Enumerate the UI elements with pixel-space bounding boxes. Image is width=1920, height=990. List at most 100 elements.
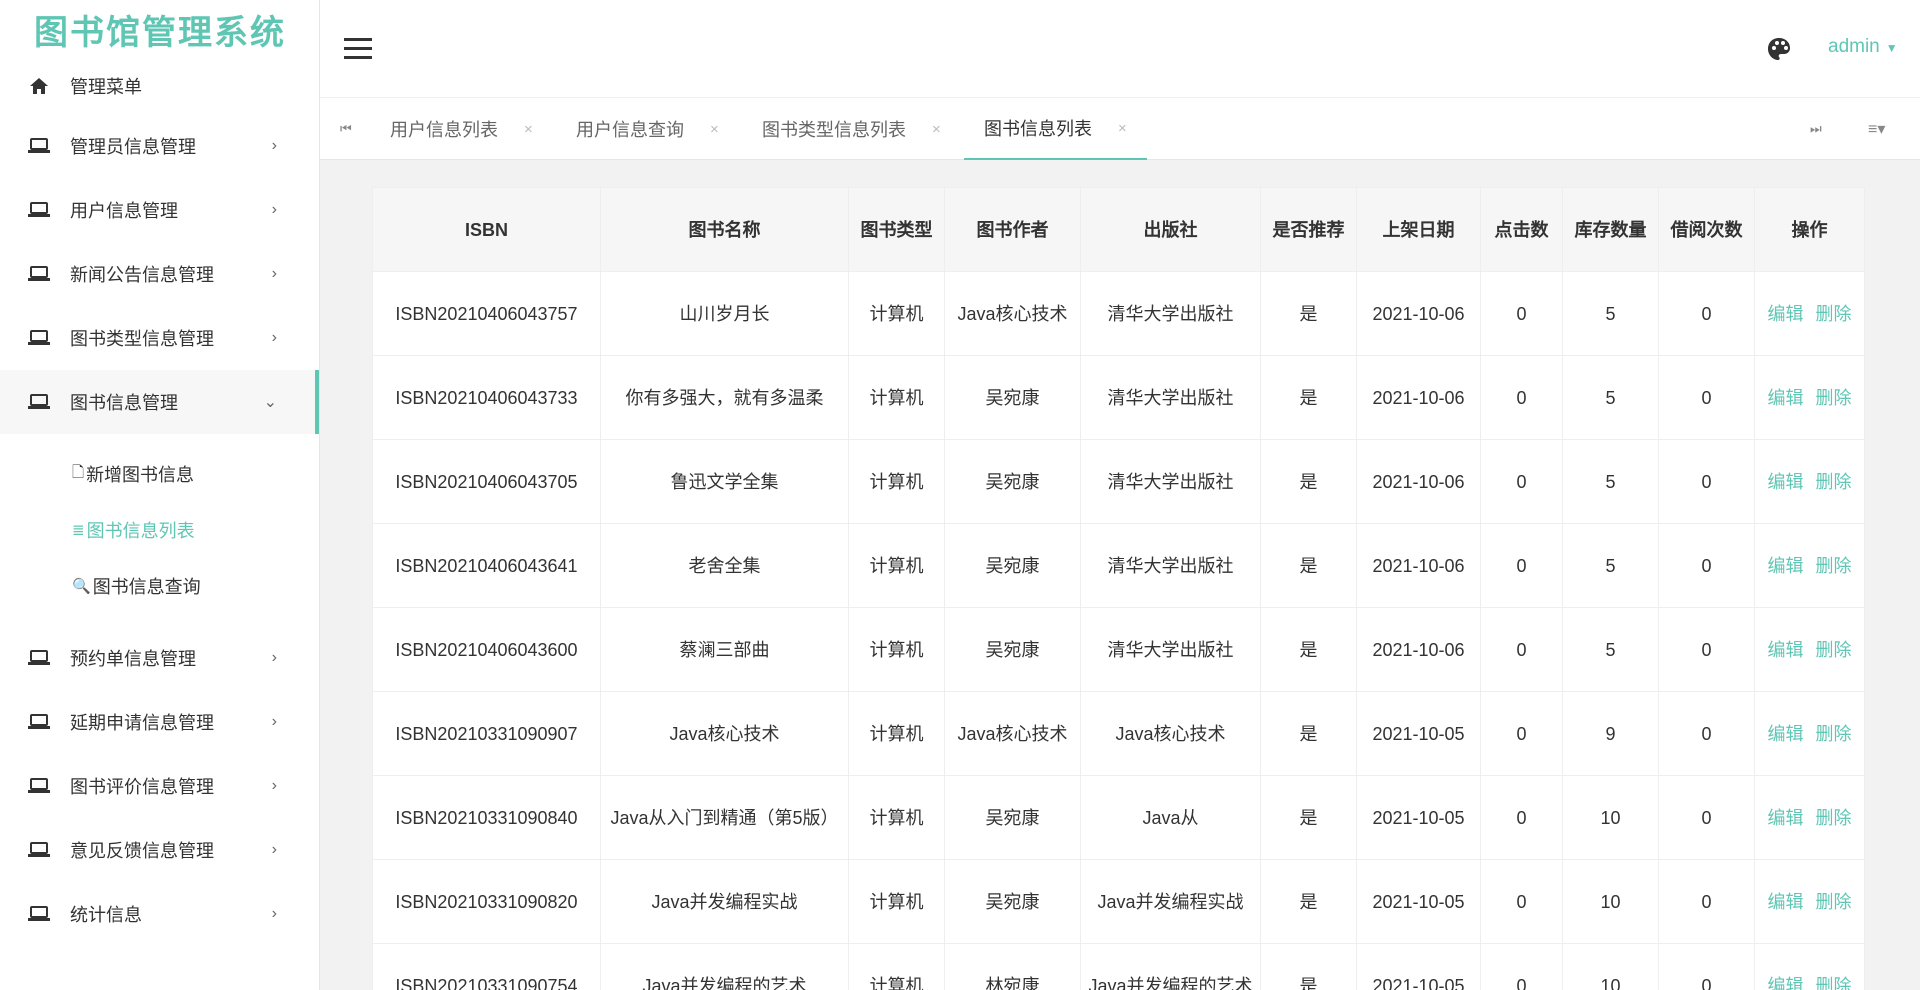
delete-button[interactable]: 删除 bbox=[1816, 304, 1852, 324]
chevron-right-icon: › bbox=[271, 905, 277, 922]
edit-button[interactable]: 编辑 bbox=[1768, 304, 1804, 324]
table-cell: 吴宛康 bbox=[944, 355, 1081, 440]
table-cell: 5 bbox=[1562, 271, 1659, 356]
column-header: 是否推荐 bbox=[1260, 187, 1357, 272]
sidebar-item[interactable]: 预约单信息管理 › bbox=[0, 626, 319, 690]
table-cell: 0 bbox=[1480, 775, 1563, 860]
table-cell: 0 bbox=[1480, 523, 1563, 608]
tab-label: 图书信息列表 bbox=[984, 119, 1092, 139]
table-row: ISBN20210331090820 Java并发编程实战 计算机 吴宛康 Java并发… bbox=[372, 859, 1865, 944]
table-cell: 你有多强大，就有多温柔 bbox=[600, 355, 849, 440]
tab-label: 用户信息列表 bbox=[390, 120, 498, 140]
tab-more-icon[interactable]: ≡▾ bbox=[1868, 98, 1885, 160]
table-cell: ISBN20210331090840 bbox=[372, 775, 601, 860]
chevron-right-icon: › bbox=[271, 777, 277, 794]
laptop-icon bbox=[28, 775, 50, 797]
header: admin ▼ bbox=[320, 0, 1920, 98]
table-cell: 10 bbox=[1562, 775, 1659, 860]
tab-book-list[interactable]: 图书信息列表 × bbox=[964, 98, 1147, 160]
edit-button[interactable]: 编辑 bbox=[1768, 388, 1804, 408]
edit-button[interactable]: 编辑 bbox=[1768, 892, 1804, 912]
sidebar-item[interactable]: 意见反馈信息管理 › bbox=[0, 818, 319, 882]
table-cell: 0 bbox=[1658, 859, 1755, 944]
chevron-right-icon: › bbox=[271, 649, 277, 666]
close-icon[interactable]: × bbox=[932, 121, 941, 138]
chevron-right-icon: › bbox=[271, 265, 277, 282]
delete-button[interactable]: 删除 bbox=[1816, 808, 1852, 828]
tab-label: 图书类型信息列表 bbox=[762, 120, 906, 140]
sidebar-item[interactable]: 图书信息管理 ⌄ bbox=[0, 370, 319, 434]
submenu-item[interactable]: 🗋 新增图书信息 bbox=[0, 446, 319, 502]
chevron-right-icon: › bbox=[271, 841, 277, 858]
delete-button[interactable]: 删除 bbox=[1816, 556, 1852, 576]
delete-button[interactable]: 删除 bbox=[1816, 640, 1852, 660]
edit-button[interactable]: 编辑 bbox=[1768, 808, 1804, 828]
submenu-item[interactable]: 🔍 图书信息查询 bbox=[0, 558, 319, 614]
table-cell: 0 bbox=[1658, 691, 1755, 776]
close-icon[interactable]: × bbox=[1118, 120, 1127, 137]
table-cell: 0 bbox=[1480, 355, 1563, 440]
sidebar-item-label: 管理员信息管理 bbox=[70, 137, 196, 157]
table-cell: 清华大学出版社 bbox=[1080, 523, 1261, 608]
table-cell: 计算机 bbox=[848, 523, 945, 608]
delete-button[interactable]: 删除 bbox=[1816, 892, 1852, 912]
close-icon[interactable]: × bbox=[524, 121, 533, 138]
edit-button[interactable]: 编辑 bbox=[1768, 556, 1804, 576]
submenu-item-label: 图书信息查询 bbox=[92, 577, 201, 597]
chevron-right-icon: › bbox=[271, 713, 277, 730]
table-cell: 是 bbox=[1260, 271, 1357, 356]
edit-button[interactable]: 编辑 bbox=[1768, 724, 1804, 744]
laptop-icon bbox=[28, 263, 50, 285]
edit-button[interactable]: 编辑 bbox=[1768, 640, 1804, 660]
table-cell: 是 bbox=[1260, 523, 1357, 608]
delete-button[interactable]: 删除 bbox=[1816, 472, 1852, 492]
table-cell: 计算机 bbox=[848, 943, 945, 990]
table-cell: Java并发编程实战 bbox=[1080, 859, 1261, 944]
table-cell: 吴宛康 bbox=[944, 859, 1081, 944]
submenu-item[interactable]: ≣ 图书信息列表 bbox=[0, 502, 319, 558]
close-icon[interactable]: × bbox=[710, 121, 719, 138]
sidebar-item[interactable]: 用户信息管理 › bbox=[0, 178, 319, 242]
sidebar-item[interactable]: 管理员信息管理 › bbox=[0, 114, 319, 178]
tab-user-query[interactable]: 用户信息查询 × bbox=[576, 98, 719, 160]
tab-prev-icon[interactable]: ⏮ bbox=[340, 98, 352, 160]
submenu: 🗋 新增图书信息 ≣ 图书信息列表 🔍 图书信息查询 bbox=[0, 434, 319, 626]
palette-icon[interactable] bbox=[1766, 36, 1792, 62]
delete-button[interactable]: 删除 bbox=[1816, 976, 1852, 990]
table-cell: 0 bbox=[1658, 607, 1755, 692]
table-row: ISBN20210406043600 蔡澜三部曲 计算机 吴宛康 清华大学出版社是 202… bbox=[372, 607, 1865, 692]
sidebar-item[interactable]: 延期申请信息管理 › bbox=[0, 690, 319, 754]
table-cell: 0 bbox=[1480, 943, 1563, 990]
delete-button[interactable]: 删除 bbox=[1816, 724, 1852, 744]
sidebar-item-label: 新闻公告信息管理 bbox=[70, 265, 214, 285]
sidebar-item[interactable]: 图书类型信息管理 › bbox=[0, 306, 319, 370]
edit-button[interactable]: 编辑 bbox=[1768, 472, 1804, 492]
table-cell: 是 bbox=[1260, 355, 1357, 440]
table-row: ISBN20210331090907 Java核心技术 计算机 Java核心技术 Jav… bbox=[372, 691, 1865, 776]
edit-button[interactable]: 编辑 bbox=[1768, 976, 1804, 990]
tab-book-type-list[interactable]: 图书类型信息列表 × bbox=[762, 98, 941, 160]
tab-next-icon[interactable]: ⏭ bbox=[1810, 98, 1822, 160]
user-menu[interactable]: admin ▼ bbox=[1828, 36, 1898, 58]
table-cell: 计算机 bbox=[848, 271, 945, 356]
table-cell: Java从 bbox=[1080, 775, 1261, 860]
sidebar-item-label: 延期申请信息管理 bbox=[70, 713, 214, 733]
table-cell: 9 bbox=[1562, 691, 1659, 776]
laptop-icon bbox=[28, 327, 50, 349]
sidebar-item[interactable]: 统计信息 › bbox=[0, 882, 319, 946]
laptop-icon bbox=[28, 839, 50, 861]
chevron-down-icon: ⌄ bbox=[263, 394, 277, 411]
tab-user-list[interactable]: 用户信息列表 × bbox=[390, 98, 533, 160]
table-row: ISBN20210331090754 Java并发编程的艺术 计算机 林宛康 Java并… bbox=[372, 943, 1865, 990]
table-cell: 鲁迅文学全集 bbox=[600, 439, 849, 524]
hamburger-menu-icon[interactable] bbox=[344, 38, 372, 60]
table-cell: 10 bbox=[1562, 859, 1659, 944]
sidebar-item[interactable]: 新闻公告信息管理 › bbox=[0, 242, 319, 306]
delete-button[interactable]: 删除 bbox=[1816, 388, 1852, 408]
submenu-item-label: 图书信息列表 bbox=[86, 521, 195, 541]
sidebar-item[interactable]: 图书评价信息管理 › bbox=[0, 754, 319, 818]
table-cell: 2021-10-05 bbox=[1356, 943, 1481, 990]
table-cell: 2021-10-06 bbox=[1356, 439, 1481, 524]
table-cell: 老舍全集 bbox=[600, 523, 849, 608]
actions-cell: 编辑 删除 bbox=[1754, 523, 1865, 608]
